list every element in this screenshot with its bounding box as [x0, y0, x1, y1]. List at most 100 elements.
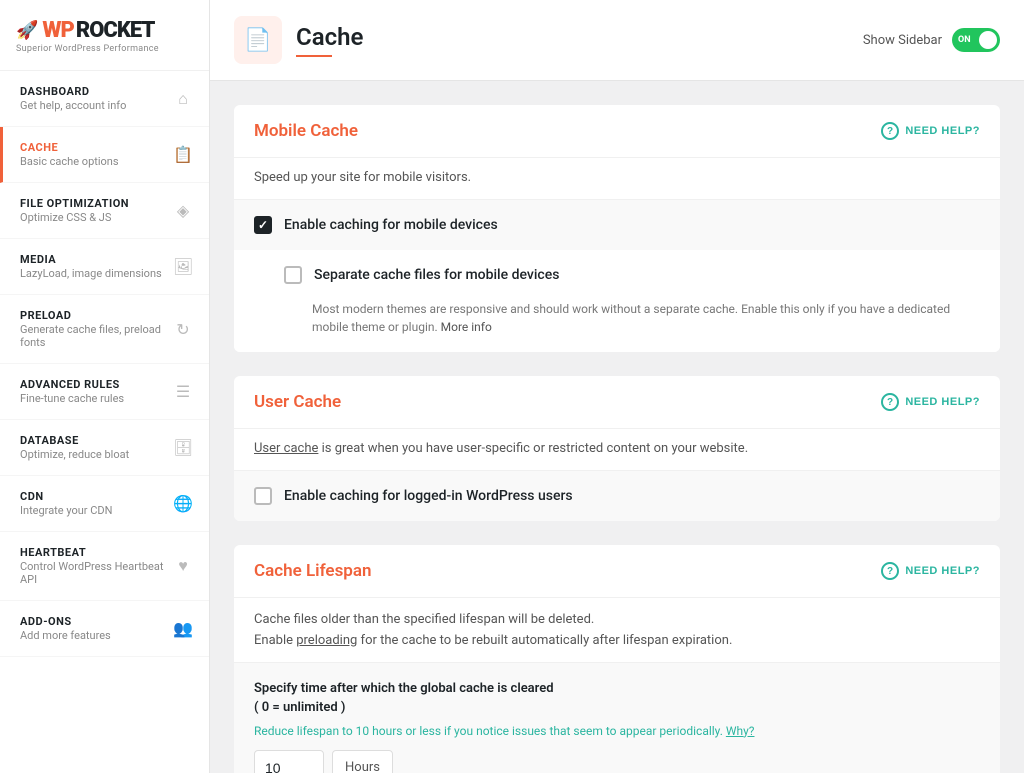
file-optimization-icon: ◈ [173, 201, 193, 220]
media-icon: 🖼 [173, 257, 193, 276]
mobile-cache-need-help-button[interactable]: ? NEED HELP? [881, 122, 980, 140]
cache-lifespan-section: Cache Lifespan ? NEED HELP? Cache files … [234, 545, 1000, 773]
sidebar-item-file-optimization[interactable]: FILE OPTIMIZATION Optimize CSS & JS ◈ [0, 183, 209, 239]
sidebar-item-preload[interactable]: PRELOAD Generate cache files, preload fo… [0, 295, 209, 364]
cache-lifespan-title: Cache Lifespan [254, 561, 372, 581]
cache-lifespan-box: Specify time after which the global cach… [234, 663, 1000, 773]
sidebar-item-advanced-rules[interactable]: ADVANCED RULES Fine-tune cache rules ☰ [0, 364, 209, 420]
sidebar-item-database-subtitle: Optimize, reduce bloat [20, 448, 173, 461]
cache-lifespan-need-help-label: NEED HELP? [905, 565, 980, 577]
sidebar-item-add-ons-title: ADD-ONS [20, 615, 173, 628]
sidebar-item-advanced-rules-title: ADVANCED RULES [20, 378, 173, 391]
sidebar-item-heartbeat-title: HEARTBEAT [20, 546, 173, 559]
add-ons-icon: 👥 [173, 619, 193, 638]
user-cache-section: User Cache ? NEED HELP? User cache is gr… [234, 376, 1000, 521]
sidebar: 🚀 WP ROCKET Superior WordPress Performan… [0, 0, 210, 773]
logo-wp: WP [42, 18, 73, 43]
sidebar-item-cdn[interactable]: CDN Integrate your CDN 🌐 [0, 476, 209, 532]
sidebar-item-cache-title: CACHE [20, 141, 173, 154]
separate-cache-files-row: Separate cache files for mobile devices … [234, 250, 1000, 352]
cache-lifespan-desc-line2: for the cache to be rebuilt automaticall… [357, 633, 732, 648]
cache-lifespan-header: Cache Lifespan ? NEED HELP? [234, 545, 1000, 598]
sidebar-item-add-ons-subtitle: Add more features [20, 629, 173, 642]
home-icon: ⌂ [173, 89, 193, 109]
enable-logged-in-caching-label: Enable caching for logged-in WordPress u… [284, 488, 573, 504]
header-right: Show Sidebar ON [863, 28, 1000, 52]
mobile-cache-checkbox1-row: Enable caching for mobile devices [234, 200, 1000, 250]
sidebar-item-heartbeat[interactable]: HEARTBEAT Control WordPress Heartbeat AP… [0, 532, 209, 601]
sidebar-item-cache-subtitle: Basic cache options [20, 155, 173, 168]
user-cache-desc-text: is great when you have user-specific or … [318, 441, 748, 456]
sidebar-item-heartbeat-subtitle: Control WordPress Heartbeat API [20, 560, 173, 586]
sidebar-item-advanced-rules-subtitle: Fine-tune cache rules [20, 392, 173, 405]
separate-cache-files-checkbox[interactable] [284, 266, 302, 284]
sidebar-item-file-optimization-title: FILE OPTIMIZATION [20, 197, 173, 210]
user-cache-link[interactable]: User cache [254, 441, 318, 456]
sidebar-item-media-subtitle: LazyLoad, image dimensions [20, 267, 173, 280]
sidebar-item-media[interactable]: MEDIA LazyLoad, image dimensions 🖼 [0, 239, 209, 295]
sidebar-item-dashboard-subtitle: Get help, account info [20, 99, 173, 112]
cache-lifespan-box-title: Specify time after which the global cach… [254, 679, 980, 718]
cache-lifespan-hint: Reduce lifespan to 10 hours or less if y… [254, 724, 980, 738]
sidebar-item-file-optimization-subtitle: Optimize CSS & JS [20, 211, 173, 224]
mobile-cache-desc: Speed up your site for mobile visitors. [234, 158, 1000, 200]
logo-rocket: ROCKET [76, 18, 154, 43]
toggle-track[interactable]: ON [952, 28, 1000, 52]
user-cache-desc: User cache is great when you have user-s… [234, 429, 1000, 471]
page-header: 📄 Cache Show Sidebar ON [210, 0, 1024, 81]
database-icon: 🗄 [173, 438, 193, 457]
logo-subtitle: Superior WordPress Performance [16, 44, 193, 54]
sidebar-item-dashboard[interactable]: DASHBOARD Get help, account info ⌂ [0, 71, 209, 127]
title-underline [296, 55, 332, 57]
sidebar-item-database[interactable]: DATABASE Optimize, reduce bloat 🗄 [0, 420, 209, 476]
sidebar-item-add-ons[interactable]: ADD-ONS Add more features 👥 [0, 601, 209, 657]
toggle-thumb [979, 31, 997, 49]
separate-cache-files-note: Most modern themes are responsive and sh… [312, 300, 980, 336]
mobile-cache-section: Mobile Cache ? NEED HELP? Speed up your … [234, 105, 1000, 352]
preloading-link[interactable]: preloading [296, 633, 357, 648]
user-cache-need-help-button[interactable]: ? NEED HELP? [881, 393, 980, 411]
sidebar-item-cache[interactable]: CACHE Basic cache options 📋 [0, 127, 209, 183]
cache-lifespan-desc: Cache files older than the specified lif… [234, 598, 1000, 663]
show-sidebar-toggle[interactable]: ON [952, 28, 1000, 52]
need-help-icon: ? [881, 122, 899, 140]
show-sidebar-label: Show Sidebar [863, 33, 942, 48]
header-left: 📄 Cache [234, 16, 363, 64]
sidebar-item-preload-title: PRELOAD [20, 309, 173, 322]
user-cache-title: User Cache [254, 392, 341, 412]
lifespan-why-link[interactable]: Why? [726, 724, 755, 738]
cache-lifespan-input-row: Hours [254, 750, 980, 773]
cache-lifespan-unit: Hours [332, 750, 393, 773]
separate-cache-more-info-link[interactable]: More info [441, 320, 492, 334]
enable-mobile-caching-label: Enable caching for mobile devices [284, 217, 498, 233]
sidebar-item-database-title: DATABASE [20, 434, 173, 447]
mobile-cache-header: Mobile Cache ? NEED HELP? [234, 105, 1000, 158]
cdn-icon: 🌐 [173, 494, 193, 513]
user-cache-need-help-icon: ? [881, 393, 899, 411]
sidebar-item-media-title: MEDIA [20, 253, 173, 266]
main-content: 📄 Cache Show Sidebar ON Mobile Cache ? [210, 0, 1024, 773]
separate-cache-files-main: Separate cache files for mobile devices [284, 266, 559, 284]
cache-lifespan-need-help-icon: ? [881, 562, 899, 580]
advanced-rules-icon: ☰ [173, 382, 193, 401]
sidebar-item-preload-subtitle: Generate cache files, preload fonts [20, 323, 173, 349]
page-title: Cache [296, 23, 363, 51]
cache-lifespan-desc-line1: Cache files older than the specified lif… [254, 612, 594, 627]
heartbeat-icon: ♥ [173, 556, 193, 576]
cache-lifespan-need-help-button[interactable]: ? NEED HELP? [881, 562, 980, 580]
enable-logged-in-caching-row: Enable caching for logged-in WordPress u… [234, 471, 1000, 521]
toggle-on-label: ON [958, 35, 971, 45]
user-cache-header: User Cache ? NEED HELP? [234, 376, 1000, 429]
sidebar-item-dashboard-title: DASHBOARD [20, 85, 173, 98]
cache-lifespan-input[interactable] [254, 750, 324, 773]
user-cache-need-help-label: NEED HELP? [905, 396, 980, 408]
mobile-cache-need-help-label: NEED HELP? [905, 125, 980, 137]
mobile-cache-title: Mobile Cache [254, 121, 358, 141]
separate-cache-files-label: Separate cache files for mobile devices [314, 267, 559, 283]
cache-icon: 📋 [173, 145, 193, 164]
enable-logged-in-caching-checkbox[interactable] [254, 487, 272, 505]
content-area: Mobile Cache ? NEED HELP? Speed up your … [210, 81, 1024, 773]
page-icon-box: 📄 [234, 16, 282, 64]
sidebar-item-cdn-title: CDN [20, 490, 173, 503]
enable-mobile-caching-checkbox[interactable] [254, 216, 272, 234]
